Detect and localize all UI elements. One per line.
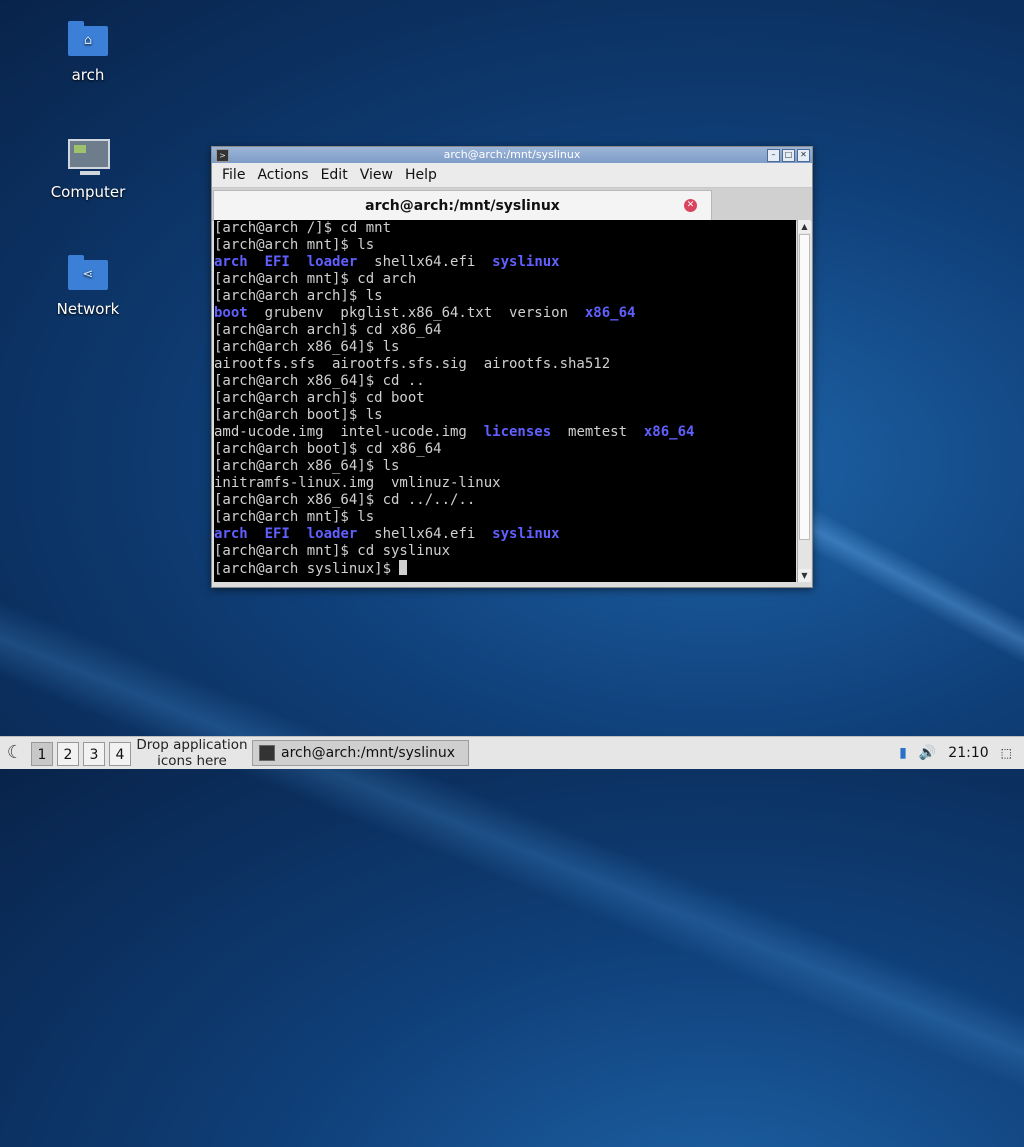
terminal-line: [arch@arch mnt]$ cd syslinux (214, 543, 451, 559)
terminal-line: amd-ucode.img intel-ucode.img licenses m… (214, 424, 695, 440)
terminal-line: [arch@arch x86_64]$ cd ../../.. (214, 492, 476, 508)
terminal-line: [arch@arch arch]$ cd boot (214, 390, 425, 406)
terminal-line: arch EFI loader shellx64.efi syslinux (214, 254, 560, 270)
workspace-3-button[interactable]: 3 (83, 742, 105, 766)
menubar: File Actions Edit View Help (212, 163, 812, 188)
computer-icon (66, 137, 110, 177)
menu-actions[interactable]: Actions (251, 167, 314, 183)
desktop-icon-network[interactable]: ⋖ Network (33, 254, 143, 318)
terminal-icon[interactable]: > (216, 149, 229, 162)
power-icon[interactable]: ⬚ (1001, 746, 1012, 760)
terminal-line: [arch@arch arch]$ ls (214, 288, 383, 304)
window-titlebar[interactable]: > arch@arch:/mnt/syslinux – □ ✕ (212, 147, 812, 163)
desktop-icon-label: Computer (50, 183, 126, 201)
terminal-line: boot grubenv pkglist.x86_64.txt version … (214, 305, 636, 321)
terminal-icon (259, 745, 275, 761)
minimize-button[interactable]: – (767, 149, 780, 162)
desktop-icon-label: arch (71, 66, 105, 84)
terminal-window: > arch@arch:/mnt/syslinux – □ ✕ File Act… (211, 146, 813, 588)
workspace-1-button[interactable]: 1 (31, 742, 53, 766)
menu-view[interactable]: View (354, 167, 399, 183)
terminal-line: airootfs.sfs airootfs.sfs.sig airootfs.s… (214, 356, 611, 372)
terminal-line: [arch@arch mnt]$ cd arch (214, 271, 417, 287)
menu-file[interactable]: File (216, 167, 251, 183)
desktop-icon-label: Network (56, 300, 120, 318)
launcher-drop-zone[interactable]: Drop application icons here (136, 737, 248, 769)
terminal-cursor (399, 560, 408, 575)
terminal-line: [arch@arch boot]$ ls (214, 407, 383, 423)
scrollbar-thumb[interactable] (799, 234, 810, 540)
system-tray: ▮ 🔊 21:10 ⬚ (899, 737, 1024, 769)
terminal-tab[interactable]: arch@arch:/mnt/syslinux ✕ (213, 190, 712, 221)
terminal-line: arch EFI loader shellx64.efi syslinux (214, 526, 560, 542)
desktop-icon-computer[interactable]: Computer (33, 137, 143, 201)
maximize-button[interactable]: □ (782, 149, 795, 162)
wallpaper-light-beam (0, 520, 1024, 1147)
clock[interactable]: 21:10 (948, 745, 988, 761)
terminal-line: [arch@arch boot]$ cd x86_64 (214, 441, 442, 457)
close-tab-icon[interactable]: ✕ (684, 199, 697, 212)
terminal-line: [arch@arch x86_64]$ ls (214, 339, 400, 355)
terminal-line: [arch@arch syslinux]$ (214, 560, 796, 577)
terminal-line: [arch@arch x86_64]$ ls (214, 458, 400, 474)
close-window-button[interactable]: ✕ (797, 149, 810, 162)
tab-bar: arch@arch:/mnt/syslinux ✕ (212, 188, 812, 221)
volume-icon[interactable]: 🔊 (919, 745, 936, 761)
tab-title: arch@arch:/mnt/syslinux (365, 198, 560, 214)
scroll-up-icon[interactable]: ▲ (798, 220, 811, 233)
terminal-line: [arch@arch x86_64]$ cd .. (214, 373, 425, 389)
home-folder-icon: ⌂ (66, 20, 110, 60)
application-menu-icon[interactable]: ☾ (4, 742, 26, 764)
network-status-icon[interactable]: ▮ (899, 745, 907, 761)
scrollbar[interactable]: ▲ ▼ (797, 220, 811, 582)
network-folder-icon: ⋖ (66, 254, 110, 294)
terminal-line: [arch@arch mnt]$ ls (214, 509, 375, 525)
taskbar: ☾ 1 2 3 4 Drop application icons here ar… (0, 736, 1024, 769)
terminal-line: [arch@arch mnt]$ ls (214, 237, 375, 253)
taskbar-window-label: arch@arch:/mnt/syslinux (281, 745, 456, 761)
scroll-down-icon[interactable]: ▼ (798, 569, 811, 582)
menu-help[interactable]: Help (399, 167, 443, 183)
taskbar-window-button[interactable]: arch@arch:/mnt/syslinux (252, 740, 469, 766)
terminal-line: [arch@arch /]$ cd mnt (214, 220, 392, 236)
workspace-2-button[interactable]: 2 (57, 742, 79, 766)
desktop-icon-home[interactable]: ⌂ arch (33, 20, 143, 84)
workspace-4-button[interactable]: 4 (109, 742, 131, 766)
terminal-output[interactable]: [arch@arch /]$ cd mnt [arch@arch mnt]$ ls… (214, 220, 796, 582)
terminal-line: [arch@arch arch]$ cd x86_64 (214, 322, 442, 338)
menu-edit[interactable]: Edit (315, 167, 354, 183)
window-title: arch@arch:/mnt/syslinux (443, 148, 581, 161)
terminal-line: initramfs-linux.img vmlinuz-linux (214, 475, 501, 491)
